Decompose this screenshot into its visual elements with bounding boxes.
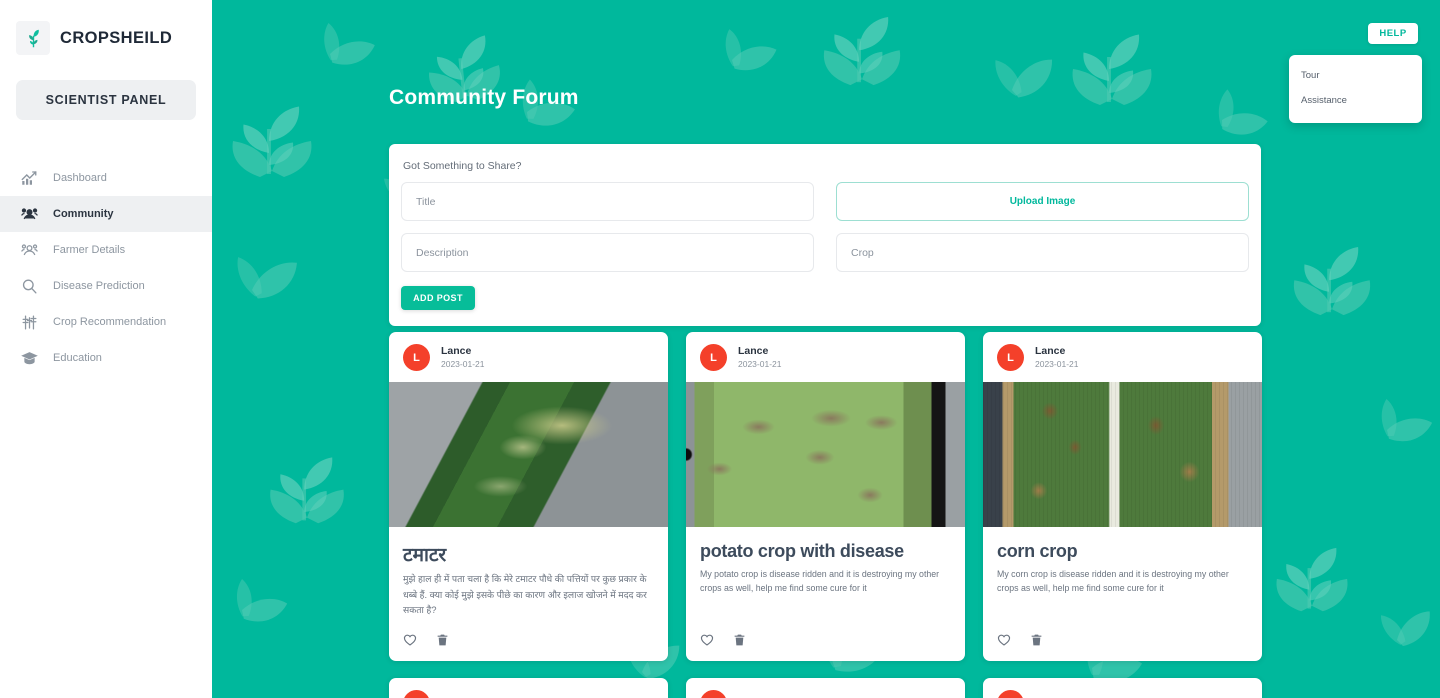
post-author: Lance (441, 345, 472, 358)
post-author: Lance (1035, 345, 1066, 358)
post-description: My corn crop is disease ridden and it is… (997, 569, 1229, 594)
sidebar-item-dashboard[interactable]: Dashboard (0, 160, 212, 196)
post-header: L Lance 2023-01-21 (686, 332, 965, 382)
post-body: टमाटर मुझे हाल ही में पता चला है कि मेरे… (389, 527, 668, 619)
avatar: L (997, 689, 1024, 698)
scientist-panel-badge: SCIENTIST PANEL (16, 80, 196, 120)
sidebar-item-education[interactable]: Education (0, 340, 212, 376)
trash-icon[interactable] (1029, 633, 1043, 647)
seedling-icon (16, 21, 50, 55)
post-image-tomato-leaf (389, 382, 668, 527)
post-card[interactable]: L (983, 677, 1262, 698)
scientist-panel-label: SCIENTIST PANEL (45, 93, 167, 107)
avatar: L (700, 689, 727, 698)
avatar: L (403, 344, 430, 371)
heart-icon[interactable] (403, 633, 417, 647)
crop-placeholder: Crop (851, 246, 874, 259)
post-card[interactable]: L (686, 677, 965, 698)
post-author-block: Lance 2023-01-21 (738, 344, 781, 371)
description-placeholder: Description (416, 246, 469, 259)
post-card[interactable]: L (389, 677, 668, 698)
page-title: Community Forum (389, 86, 579, 109)
post-image-corn-leaf (983, 382, 1262, 527)
post-card[interactable]: L Lance 2023-01-21 टमाटर मुझे हाल ही में… (389, 332, 668, 661)
post-header: L (983, 678, 1262, 698)
crop-plant-icon (18, 311, 40, 333)
sidebar-item-label: Education (53, 352, 102, 364)
posts-grid: L Lance 2023-01-21 टमाटर मुझे हाल ही में… (389, 332, 1262, 698)
title-placeholder: Title (416, 195, 436, 208)
app-root: CROPSHEILD SCIENTIST PANEL Dashboard Com… (0, 0, 1440, 698)
people-group-icon (18, 203, 40, 225)
sidebar-item-disease-prediction[interactable]: Disease Prediction (0, 268, 212, 304)
people-group-icon (18, 239, 40, 261)
sidebar-item-community[interactable]: Community (0, 196, 212, 232)
post-author-block: Lance 2023-01-21 (441, 344, 484, 371)
sidebar: CROPSHEILD SCIENTIST PANEL Dashboard Com… (0, 0, 212, 698)
post-header: L Lance 2023-01-21 (389, 332, 668, 382)
sidebar-item-label: Dashboard (53, 172, 107, 184)
post-body: potato crop with disease My potato crop … (686, 527, 965, 619)
trash-icon[interactable] (435, 633, 449, 647)
sidebar-item-farmer-details[interactable]: Farmer Details (0, 232, 212, 268)
description-input[interactable]: Description (401, 233, 814, 272)
heart-icon[interactable] (700, 633, 714, 647)
help-button[interactable]: HELP (1368, 23, 1418, 44)
post-title: टमाटर (403, 545, 447, 566)
post-header: L Lance 2023-01-21 (983, 332, 1262, 382)
help-dropdown-menu: Tour Assistance (1289, 55, 1422, 123)
share-post-form: Got Something to Share? Title Upload Ima… (389, 144, 1261, 326)
avatar: L (403, 689, 430, 698)
share-form-fields: Title Upload Image Description Crop (401, 182, 1249, 272)
sidebar-item-label: Farmer Details (53, 244, 126, 256)
sidebar-item-label: Crop Recommendation (53, 316, 167, 328)
help-menu-item-assistance[interactable]: Assistance (1289, 88, 1422, 113)
post-date: 2023-01-21 (441, 359, 485, 370)
sidebar-item-crop-recommendation[interactable]: Crop Recommendation (0, 304, 212, 340)
post-actions (686, 619, 965, 661)
crop-input[interactable]: Crop (836, 233, 1249, 272)
chart-trending-icon (18, 167, 40, 189)
post-author-block: Lance 2023-01-21 (1035, 344, 1078, 371)
sidebar-nav: Dashboard Community Farmer Details Disea… (0, 160, 212, 376)
post-date: 2023-01-21 (738, 359, 782, 370)
help-menu-item-tour[interactable]: Tour (1289, 63, 1422, 88)
share-form-heading: Got Something to Share? (403, 160, 522, 172)
brand: CROPSHEILD (0, 0, 212, 58)
post-actions (389, 619, 668, 661)
post-title: potato crop with disease (700, 541, 904, 561)
upload-image-label: Upload Image (1009, 196, 1076, 207)
post-image-potato-leaf (686, 382, 965, 527)
post-date: 2023-01-21 (1035, 359, 1079, 370)
post-description: मुझे हाल ही में पता चला है कि मेरे टमाटर… (403, 574, 647, 616)
post-title: corn crop (997, 541, 1078, 561)
post-header: L (389, 678, 668, 698)
post-description: My potato crop is disease ridden and it … (700, 569, 940, 594)
post-card[interactable]: L Lance 2023-01-21 corn crop My corn cro… (983, 332, 1262, 661)
post-body: corn crop My corn crop is disease ridden… (983, 527, 1262, 619)
sidebar-item-label: Community (53, 208, 114, 220)
avatar: L (997, 344, 1024, 371)
avatar: L (700, 344, 727, 371)
post-actions (983, 619, 1262, 661)
post-card[interactable]: L Lance 2023-01-21 potato crop with dise… (686, 332, 965, 661)
sidebar-item-label: Disease Prediction (53, 280, 145, 292)
title-input[interactable]: Title (401, 182, 814, 221)
post-author: Lance (738, 345, 769, 358)
trash-icon[interactable] (732, 633, 746, 647)
upload-image-button[interactable]: Upload Image (836, 182, 1249, 221)
brand-name: CROPSHEILD (60, 28, 173, 47)
post-header: L (686, 678, 965, 698)
main-content: HELP Tour Assistance Community Forum Got… (212, 0, 1440, 698)
graduation-cap-icon (18, 347, 40, 369)
magnifier-icon (18, 275, 40, 297)
add-post-button[interactable]: ADD POST (401, 286, 475, 310)
heart-icon[interactable] (997, 633, 1011, 647)
